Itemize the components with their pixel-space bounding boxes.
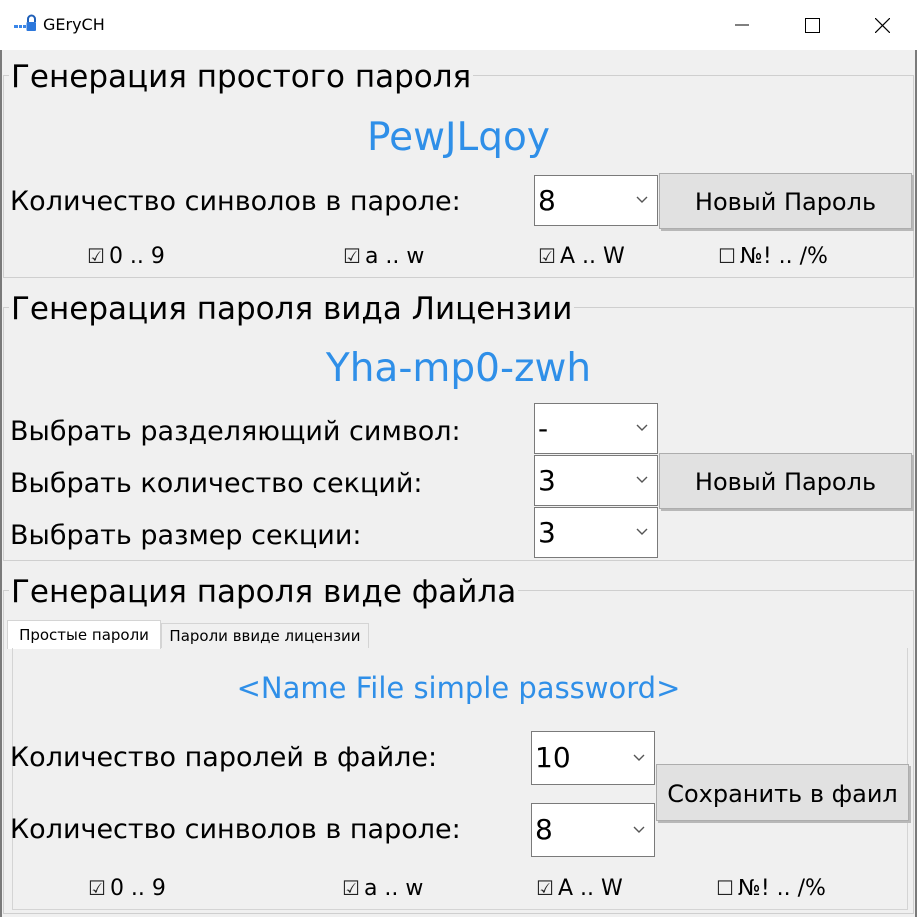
chevron-down-icon bbox=[633, 826, 645, 833]
license-size-select[interactable]: 3 bbox=[534, 507, 658, 558]
checkbox-checked-icon: ☑ bbox=[87, 244, 105, 268]
checkbox-checked-icon: ☑ bbox=[536, 876, 554, 900]
chevron-down-icon bbox=[636, 424, 648, 431]
checkbox-unchecked-icon: ☐ bbox=[716, 876, 734, 900]
chevron-down-icon bbox=[633, 754, 645, 761]
file-check-symbols[interactable]: ☐ №! .. /% bbox=[716, 874, 826, 903]
license-sections-label: Выбрать количество секций: bbox=[10, 468, 423, 499]
file-check-lowercase-label: a .. w bbox=[363, 876, 424, 901]
simple-password-output: PewJLqoy bbox=[367, 115, 550, 160]
simple-length-select[interactable]: 8 bbox=[534, 175, 658, 226]
close-icon bbox=[875, 18, 890, 33]
file-count-value: 10 bbox=[535, 741, 571, 774]
window-border-left bbox=[0, 50, 2, 917]
simple-length-value: 8 bbox=[538, 184, 556, 217]
license-separator-label: Выбрать разделяющий символ: bbox=[10, 416, 461, 447]
file-count-label: Количество паролей в файле: bbox=[10, 742, 438, 773]
license-sections-select[interactable]: 3 bbox=[534, 455, 658, 506]
simple-check-digits[interactable]: ☑ 0 .. 9 bbox=[87, 242, 165, 271]
simple-password-group-title: Генерация простого пароля bbox=[9, 57, 474, 97]
checkbox-checked-icon: ☑ bbox=[342, 876, 360, 900]
minimize-button[interactable] bbox=[707, 0, 777, 50]
lock-key-icon bbox=[14, 14, 36, 34]
tab-license-passwords[interactable]: Пароли ввиде лицензии bbox=[161, 623, 369, 648]
window-title: GEryCH bbox=[43, 15, 105, 34]
simple-check-symbols[interactable]: ☐ №! .. /% bbox=[718, 242, 828, 271]
license-separator-select[interactable]: - bbox=[534, 403, 658, 454]
save-to-file-button-label: Сохранить в фаил bbox=[667, 780, 898, 808]
license-new-password-button-label: Новый Пароль bbox=[694, 468, 877, 496]
license-separator-value: - bbox=[538, 412, 549, 445]
checkbox-checked-icon: ☑ bbox=[343, 244, 361, 268]
simple-check-uppercase[interactable]: ☑ A .. W bbox=[538, 242, 625, 271]
file-check-digits-label: 0 .. 9 bbox=[109, 876, 166, 901]
simple-length-label: Количество синволов в пароле: bbox=[10, 186, 461, 217]
checkbox-unchecked-icon: ☐ bbox=[718, 244, 736, 268]
save-to-file-button[interactable]: Сохранить в фаил bbox=[656, 764, 909, 821]
simple-new-password-button[interactable]: Новый Пароль bbox=[659, 173, 912, 229]
simple-check-lowercase[interactable]: ☑ a .. w bbox=[343, 242, 424, 271]
simple-check-uppercase-label: A .. W bbox=[559, 244, 625, 269]
file-name-output: <Name File simple password> bbox=[236, 671, 681, 705]
file-check-uppercase-label: A .. W bbox=[557, 876, 623, 901]
file-password-group-title: Генерация пароля виде файла bbox=[9, 572, 519, 612]
tab-simple-passwords[interactable]: Простые пароли bbox=[7, 620, 161, 649]
simple-new-password-button-label: Новый Пароль bbox=[694, 188, 877, 216]
license-sections-value: 3 bbox=[538, 464, 556, 497]
file-length-select[interactable]: 8 bbox=[531, 803, 655, 857]
license-password-output: Yha-mp0-zwh bbox=[325, 346, 592, 391]
file-check-uppercase[interactable]: ☑ A .. W bbox=[536, 874, 623, 903]
chevron-down-icon bbox=[636, 196, 648, 203]
maximize-button[interactable] bbox=[777, 0, 847, 50]
license-size-value: 3 bbox=[538, 516, 556, 549]
file-length-value: 8 bbox=[535, 813, 553, 846]
simple-check-symbols-label: №! .. /% bbox=[739, 244, 828, 269]
close-button[interactable] bbox=[847, 0, 917, 50]
checkbox-checked-icon: ☑ bbox=[538, 244, 556, 268]
file-check-symbols-label: №! .. /% bbox=[737, 876, 826, 901]
license-new-password-button[interactable]: Новый Пароль bbox=[659, 453, 912, 509]
license-size-label: Выбрать размер секции: bbox=[10, 520, 362, 551]
file-check-digits[interactable]: ☑ 0 .. 9 bbox=[88, 874, 166, 903]
checkbox-checked-icon: ☑ bbox=[88, 876, 106, 900]
file-count-select[interactable]: 10 bbox=[531, 731, 655, 785]
minimize-icon bbox=[735, 24, 749, 26]
file-length-label: Количество синволов в пароле: bbox=[10, 814, 461, 845]
chevron-down-icon bbox=[636, 528, 648, 535]
license-password-group-title: Генерация пароля вида Лицензии bbox=[9, 289, 575, 329]
title-bar: GEryCH bbox=[0, 0, 917, 50]
simple-check-digits-label: 0 .. 9 bbox=[108, 244, 165, 269]
simple-check-lowercase-label: a .. w bbox=[364, 244, 425, 269]
file-check-lowercase[interactable]: ☑ a .. w bbox=[342, 874, 423, 903]
chevron-down-icon bbox=[636, 476, 648, 483]
maximize-icon bbox=[805, 18, 820, 33]
